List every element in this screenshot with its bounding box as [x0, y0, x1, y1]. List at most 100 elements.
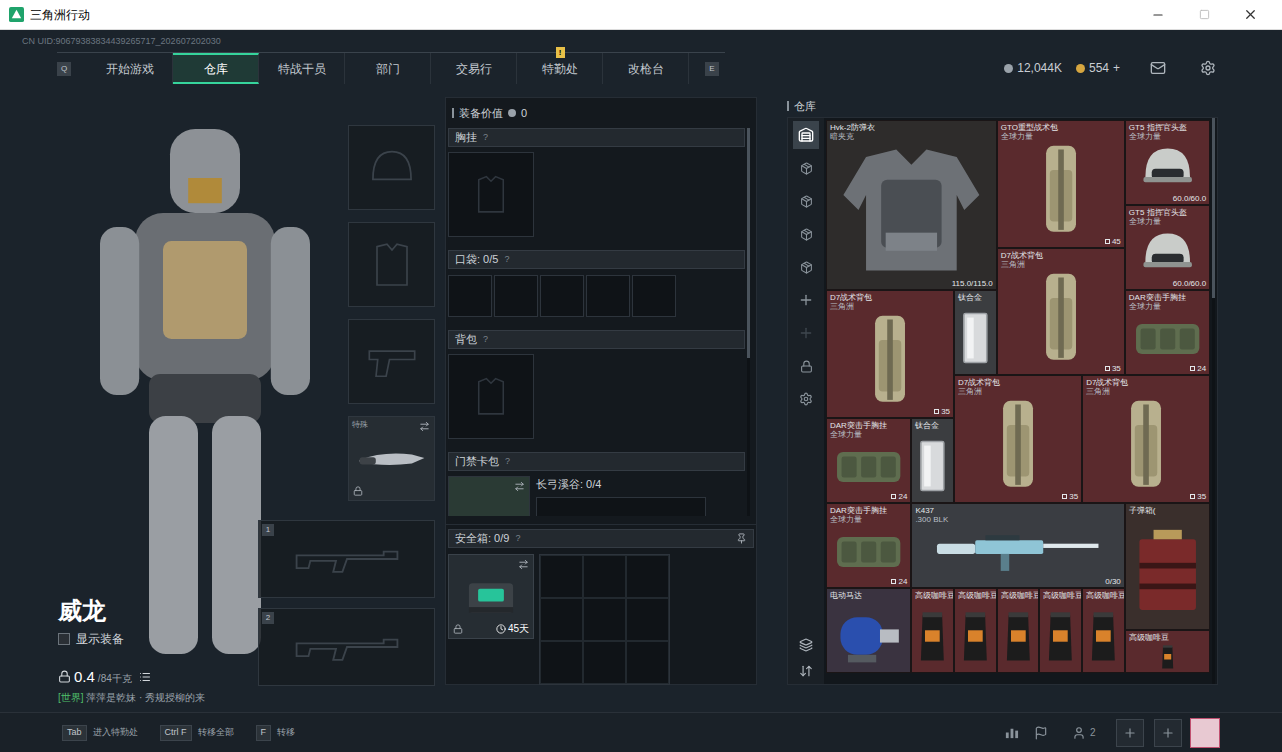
stash-tool[interactable] — [799, 638, 813, 652]
key-hint-action[interactable]: F转移 — [256, 725, 296, 741]
maximize-button[interactable] — [1181, 9, 1227, 20]
pocket-slot[interactable] — [586, 275, 630, 317]
item-subtitle: 全球力量 — [1129, 302, 1206, 311]
invite-slot[interactable] — [1116, 719, 1144, 747]
stash-item[interactable]: 高级咖啡豆 — [911, 588, 954, 673]
backpack-icon — [1002, 270, 1120, 364]
stash-tab[interactable] — [793, 220, 819, 248]
pocket-slot[interactable] — [632, 275, 676, 317]
stash-item[interactable]: 高级咖啡豆 — [997, 588, 1040, 673]
stats-button[interactable] — [996, 725, 1026, 740]
nav-tab[interactable]: 特勤处! — [517, 53, 603, 84]
stash-item[interactable]: DAR突击手胸挂全球力量24 — [826, 503, 911, 588]
show-equipment-toggle[interactable]: 显示装备 — [58, 630, 258, 648]
stash-grid: Hvk-2防弹衣暗夹克115.0/115.0GTO重型战术包全球力量45GT5 … — [826, 120, 1210, 684]
keycard-slot[interactable] — [448, 476, 530, 516]
item-tag: 35 — [1105, 364, 1121, 373]
safebox-cell[interactable] — [583, 598, 626, 641]
stash-tab[interactable] — [793, 385, 819, 413]
stash-item[interactable]: K437.300 BLK0/30 — [911, 503, 1124, 588]
nav-tab[interactable]: 特战干员 — [259, 53, 345, 84]
flag-button[interactable] — [1026, 726, 1056, 740]
stash-tab[interactable] — [793, 154, 819, 182]
safebox-cell[interactable] — [583, 641, 626, 684]
stash-item[interactable]: D7战术背包三角洲35 — [1082, 375, 1210, 503]
weapon-slot[interactable]: 2 — [258, 608, 435, 686]
stash-item[interactable]: Hvk-2防弹衣暗夹克115.0/115.0 — [826, 120, 997, 290]
stash-item[interactable]: 高级咖啡豆 — [1082, 588, 1125, 673]
safebox-cell[interactable] — [626, 598, 669, 641]
stash-tab[interactable] — [793, 121, 819, 149]
nav-tab[interactable]: 部门 — [345, 53, 431, 84]
item-subtitle: 三角洲 — [958, 387, 1078, 396]
swap-icon — [514, 481, 525, 492]
safebox-cell[interactable] — [583, 555, 626, 598]
safebox-cell[interactable] — [626, 555, 669, 598]
plate-icon — [959, 303, 992, 373]
plus-icon — [1123, 726, 1137, 740]
mail-button[interactable] — [1150, 60, 1166, 76]
pocket-slot[interactable] — [494, 275, 538, 317]
stash-tab[interactable] — [793, 286, 819, 314]
stash-item[interactable]: 高级咖啡豆 — [1125, 630, 1210, 673]
equipment-slot[interactable] — [348, 222, 435, 307]
stash-item[interactable]: D7战术背包三角洲35 — [997, 248, 1125, 376]
invite-slot[interactable] — [1154, 719, 1182, 747]
sub-warehouse-icon — [800, 195, 813, 208]
safebox-item[interactable]: 45天 — [448, 554, 534, 639]
stash-tab[interactable] — [793, 319, 819, 347]
equipment-slot[interactable] — [348, 125, 435, 210]
nav-tab[interactable]: 开始游戏 — [87, 53, 173, 84]
equipment-slot[interactable] — [348, 319, 435, 404]
stash-tab[interactable] — [793, 352, 819, 380]
stash-item[interactable]: DAR突击手胸挂全球力量24 — [1125, 290, 1210, 375]
nav-tab[interactable]: 仓库 — [173, 53, 259, 84]
stash-item[interactable]: 高级咖啡豆 — [1039, 588, 1082, 673]
key-hint-action[interactable]: Tab进入特勤处 — [62, 725, 138, 741]
rifle-slot-icon — [292, 540, 402, 578]
weapon-slot[interactable]: 1 — [258, 520, 435, 598]
nav-tab[interactable]: 改枪台 — [603, 53, 689, 84]
stash-tab[interactable] — [793, 187, 819, 215]
help-icon: ? — [504, 253, 509, 267]
stash-tool[interactable] — [799, 664, 813, 678]
backpack-icon — [831, 312, 949, 406]
minimize-button[interactable] — [1135, 8, 1181, 22]
safebox-cell[interactable] — [540, 641, 583, 684]
stash-item[interactable]: 高级咖啡豆 — [954, 588, 997, 673]
safebox-cell[interactable] — [626, 641, 669, 684]
pocket-slot[interactable] — [448, 275, 492, 317]
safebox-cell[interactable] — [540, 598, 583, 641]
key-hint-action[interactable]: Ctrl F转移全部 — [160, 725, 234, 741]
gear-slot[interactable] — [448, 152, 534, 237]
item-tag: 35 — [934, 407, 950, 416]
stash-item[interactable]: 钛合金 — [954, 290, 997, 375]
stash-item[interactable]: GT5 指挥官头盔全球力量60.0/60.0 — [1125, 120, 1210, 205]
item-name: D7战术背包 — [830, 293, 950, 302]
currency[interactable]: 12,044K — [1004, 59, 1062, 77]
stash-item[interactable]: GTO重型战术包全球力量45 — [997, 120, 1125, 248]
friends-button[interactable]: 2 — [1072, 725, 1116, 740]
currency[interactable]: 554+ — [1076, 59, 1120, 77]
stash-item[interactable]: 钛合金 — [911, 418, 954, 503]
top-nav: Q开始游戏仓库特战干员部门交易行特勤处!改枪台E12,044K554+ — [0, 52, 1282, 84]
stash-item[interactable]: D7战术背包三角洲35 — [954, 375, 1082, 503]
armor-icon — [831, 142, 992, 278]
stash-item[interactable]: D7战术背包三角洲35 — [826, 290, 954, 418]
stash-item[interactable]: 电动马达 — [826, 588, 911, 673]
nav-tab[interactable]: 交易行 — [431, 53, 517, 84]
close-button[interactable] — [1227, 7, 1273, 22]
stash-item[interactable]: GT5 指挥官头盔全球力量60.0/60.0 — [1125, 205, 1210, 290]
safebox-cell[interactable] — [540, 555, 583, 598]
stash-item[interactable]: DAR突击手胸挂全球力量24 — [826, 418, 911, 503]
player-avatar[interactable] — [1190, 718, 1220, 748]
sort-icon — [799, 664, 813, 678]
equipment-slot[interactable]: 特殊 — [348, 416, 435, 501]
add-currency-button[interactable]: + — [1113, 59, 1120, 77]
settings-button[interactable] — [1200, 60, 1216, 76]
stash-item[interactable]: 子弹箱( — [1125, 503, 1210, 631]
pocket-slot[interactable] — [540, 275, 584, 317]
stash-tab[interactable] — [793, 253, 819, 281]
gear-slot[interactable] — [448, 354, 534, 439]
item-name: 电动马达 — [830, 591, 907, 600]
